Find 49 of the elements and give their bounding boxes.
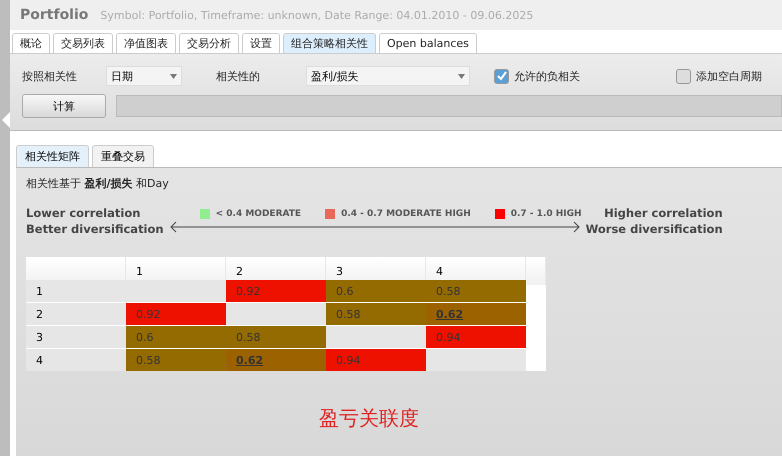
matrix-cell: 0.94	[426, 326, 526, 348]
tab[interactable]: 概论	[12, 33, 50, 53]
legend-item: 0.4 - 0.7 MODERATE HIGH	[325, 209, 471, 219]
double-arrow-icon	[170, 221, 580, 233]
legend-text: Better diversification	[26, 221, 164, 237]
tab[interactable]: 设置	[242, 33, 280, 53]
tab[interactable]: 重叠交易	[92, 145, 154, 167]
matrix-cell: 0.58	[326, 303, 426, 325]
row-header: 2	[26, 303, 126, 325]
subtitle: Symbol: Portfolio, Timeframe: unknown, Date Range: 04.01.2010 - 09.06.2025	[100, 8, 534, 22]
legend-item: < 0.4 MODERATE	[200, 209, 302, 219]
tab[interactable]: 净值图表	[116, 33, 176, 53]
caret-icon	[458, 74, 465, 78]
matrix-cell: 0.92	[226, 280, 326, 302]
checkbox[interactable]	[494, 68, 509, 84]
legend-text: Higher correlation	[603, 205, 723, 221]
dropdown[interactable]: 日期	[106, 66, 182, 86]
matrix-cell: 0.58	[226, 326, 326, 348]
checkbox-label: 允许的负相关	[514, 68, 580, 84]
matrix-cell: 0.58	[426, 280, 526, 302]
tab[interactable]: Open balances	[379, 33, 477, 53]
caret-icon	[170, 74, 177, 78]
row-header: 1	[26, 280, 126, 302]
row-header: 3	[26, 326, 126, 348]
checkbox-label: 添加空白周期	[696, 68, 762, 84]
matrix-cell: 0.92	[126, 303, 226, 325]
tab[interactable]: 交易分析	[179, 33, 239, 53]
dropdown[interactable]: 盈利/损失	[306, 66, 470, 86]
tab[interactable]: 交易列表	[53, 33, 113, 53]
matrix-cell: 0.6	[126, 326, 226, 348]
matrix-cell: 0.58	[126, 349, 226, 371]
matrix-cell: 0.94	[326, 349, 426, 371]
collapse-arrow-icon[interactable]	[2, 112, 10, 128]
field-label: 按照相关性	[22, 68, 78, 84]
field-label: 相关性的	[216, 68, 261, 84]
caption: 相关性基于 盈利/损失 和Day	[26, 176, 170, 191]
matrix-cell: 0.62	[226, 349, 326, 371]
checkbox[interactable]	[676, 68, 691, 84]
app-title: Portfolio	[20, 7, 88, 23]
annotation: 盈亏关联度	[319, 405, 419, 432]
legend-text: Lower correlation	[26, 205, 142, 221]
matrix-cell: 0.62	[426, 303, 526, 325]
legend-text: Worse diversification	[586, 221, 723, 237]
matrix-cell: 0.6	[326, 280, 426, 302]
calculate-button[interactable]: 计算	[22, 94, 106, 118]
tab[interactable]: 相关性矩阵	[16, 145, 89, 167]
tab[interactable]: 组合策略相关性	[283, 33, 376, 53]
legend-item: 0.7 - 1.0 HIGH	[494, 209, 582, 219]
row-header: 4	[26, 349, 126, 371]
